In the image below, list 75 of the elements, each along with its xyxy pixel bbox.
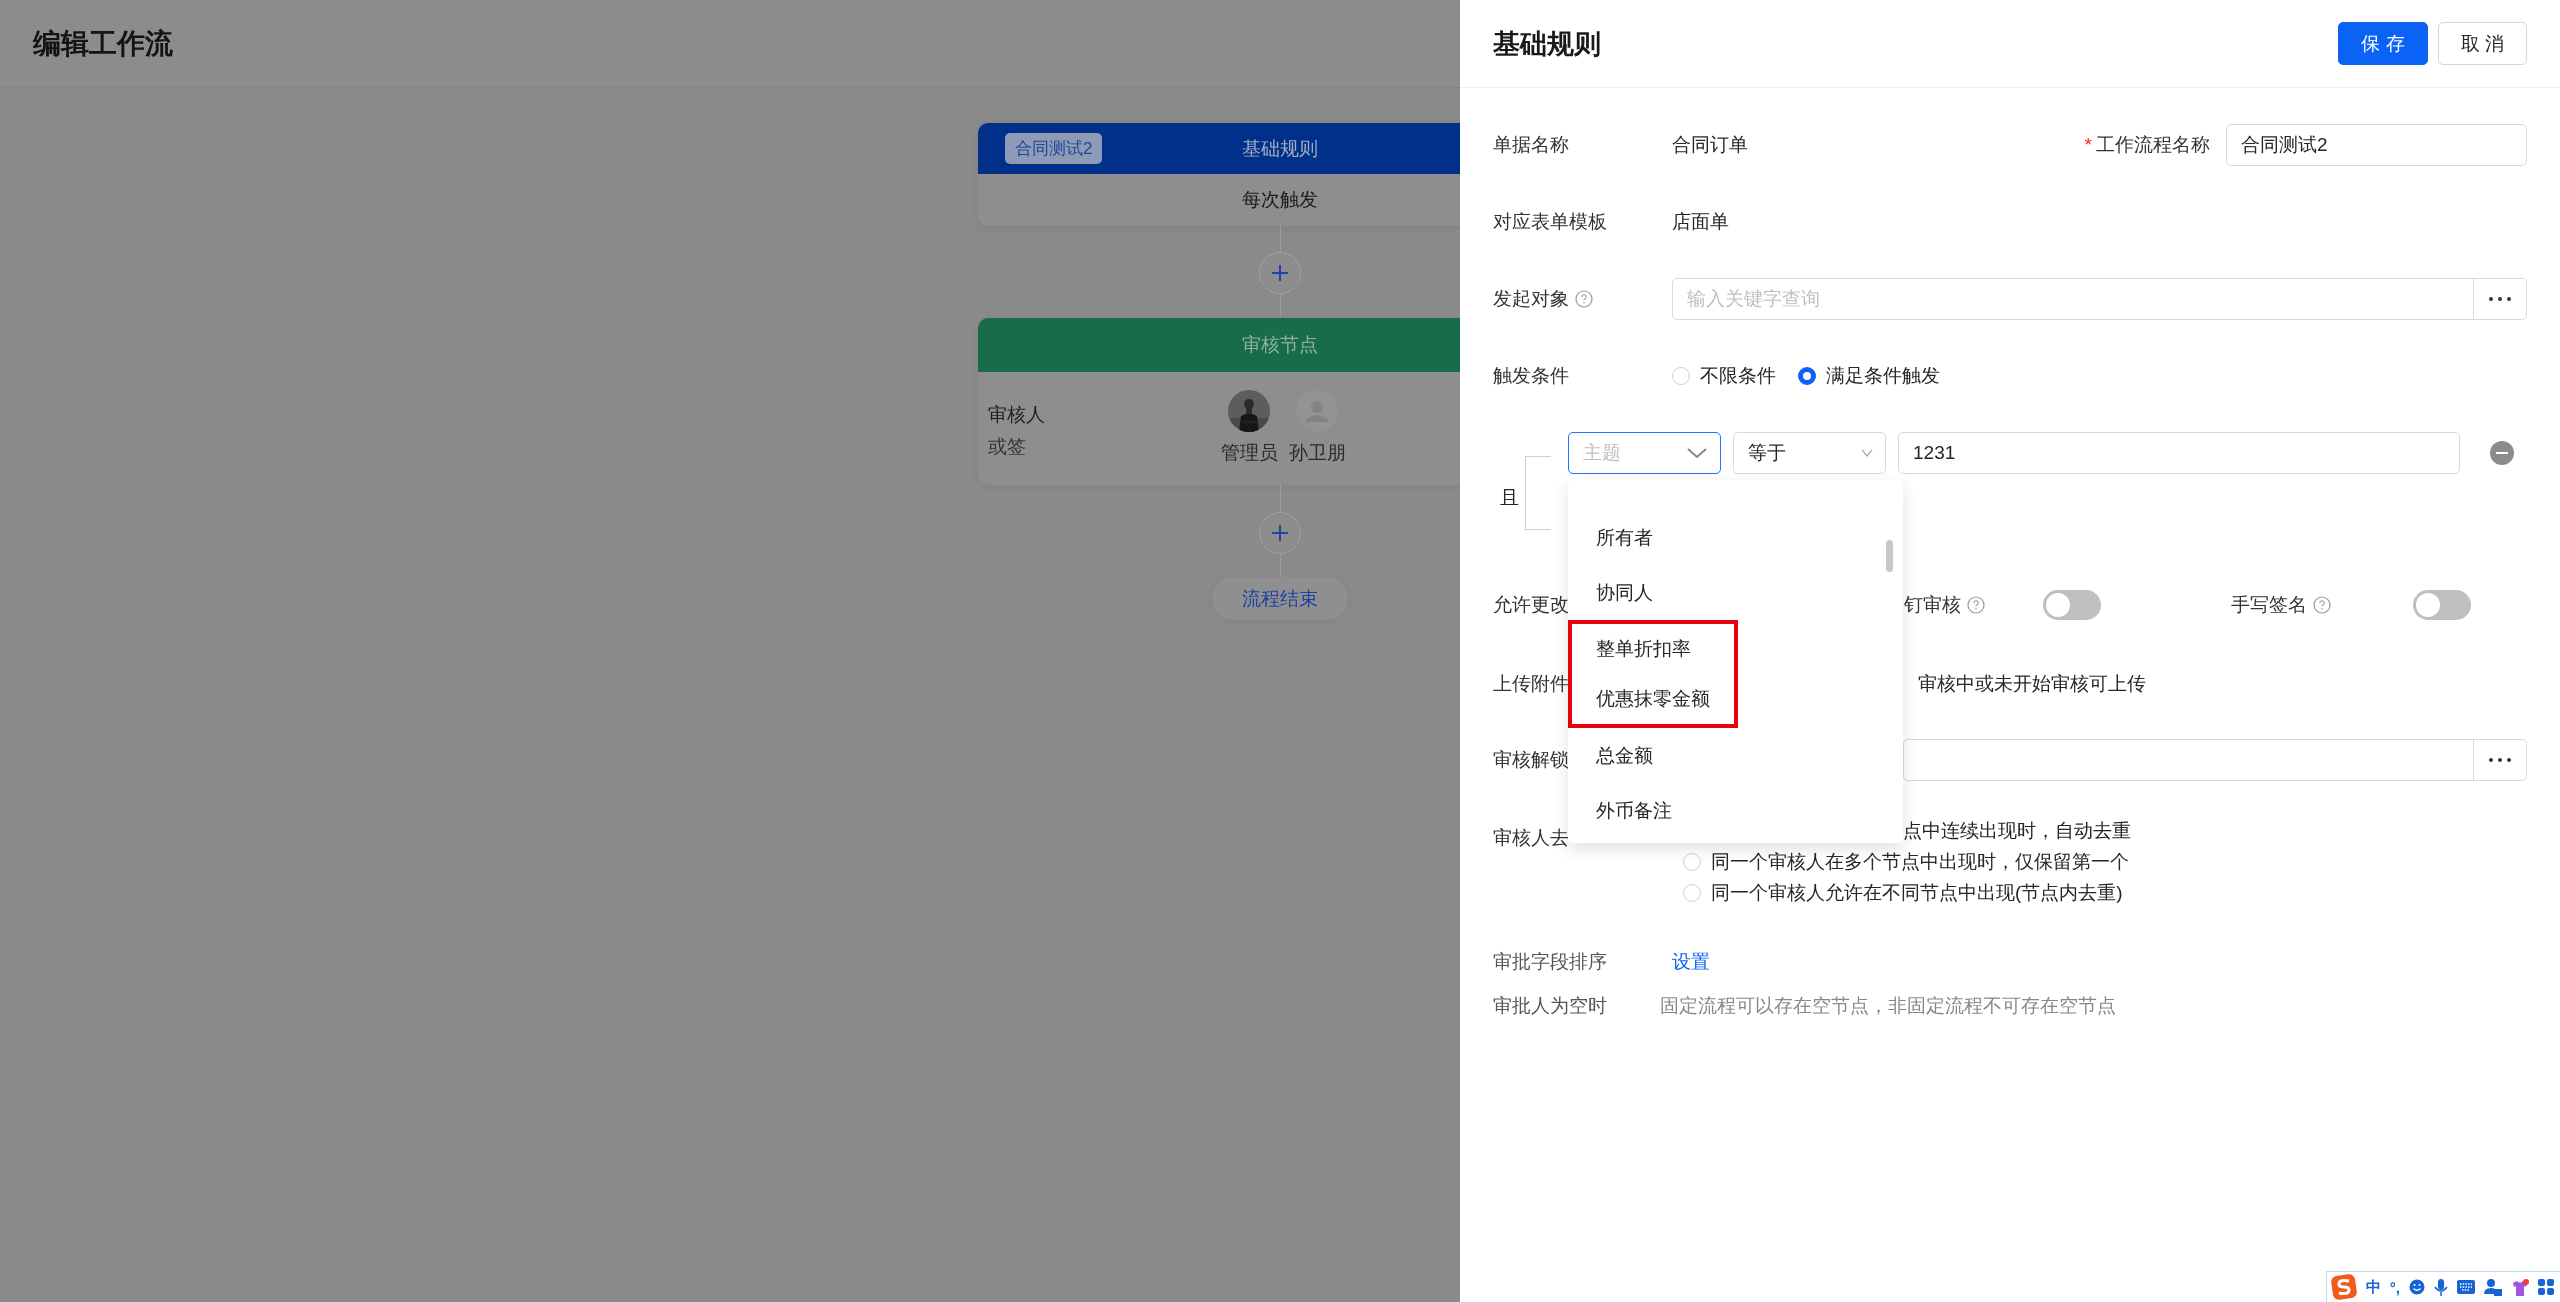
approver-name: 孙卫朋 [1288,441,1346,465]
more-button[interactable] [2473,279,2526,319]
dropdown-option[interactable]: 总金额 [1568,728,1903,783]
microphone-icon[interactable] [2434,1278,2448,1296]
shirt-icon[interactable] [2511,1278,2529,1296]
dropdown-option[interactable]: 外币备注 [1568,783,1903,838]
trigger-text: 每次触发 [1242,188,1318,212]
field-label: 审核人去 [1493,826,1569,850]
field-label: 发起对象 [1493,287,1569,311]
field-value: 店面单 [1672,210,1729,234]
help-icon[interactable] [1575,290,1593,308]
input-field[interactable]: 1231 [1898,432,2460,474]
field-label: 上传附件 [1493,672,1569,696]
user-icon[interactable] [2484,1278,2502,1296]
add-node-button[interactable] [1259,252,1301,294]
smile-icon[interactable] [2409,1279,2425,1295]
required-mark: * [2084,134,2092,156]
dropdown-option[interactable]: 协同人 [1568,565,1903,620]
dropdown-option[interactable]: 所有者 [1568,510,1903,565]
node-title: 基础规则 [1242,136,1318,161]
ime-text[interactable]: 中 [2365,1277,2381,1297]
dropdown-option[interactable]: 整单折扣率 [1572,624,1734,674]
more-icon [2488,757,2512,763]
remove-icon[interactable] [2490,441,2514,465]
more-icon [2488,296,2512,302]
scrollbar[interactable] [1886,540,1893,572]
drawer-title: 基础规则 [1493,27,1601,61]
approval-node-card[interactable]: 审核节点 审核人 或签 管理员 孙卫朋 [978,318,1460,485]
workflow-tag: 合同测试2 [1005,133,1103,164]
start-node-card[interactable]: 合同测试2 基础规则 每次触发 [978,123,1460,226]
cancel-button[interactable]: 取 消 [2437,22,2527,65]
chevron-icon [1861,449,1873,457]
dropdown-option[interactable]: 优惠抹零金额 [1572,674,1734,724]
sign-mode-text: 或签 [988,435,1027,459]
hint-text: 固定流程可以存在空节点，非固定流程不可存在空节点 [1660,994,2116,1018]
more-button[interactable] [2473,740,2526,780]
node-title: 审核节点 [1242,333,1318,357]
field-label: 审批人为空时 [1493,994,1608,1018]
plus-icon [1271,264,1289,282]
input-field[interactable] [1903,739,2527,781]
input-field[interactable]: 合同测试2 [2226,124,2527,166]
field-label: 审核解锁 [1493,748,1569,772]
field-value: 合同订单 [1672,133,1749,157]
plus-icon [1271,524,1289,542]
field-label-text: 工作流程名称 [2096,133,2210,157]
field-label: 单据名称 [1493,133,1570,157]
toggle-switch[interactable] [2043,590,2101,620]
keyboard-icon[interactable] [2457,1280,2475,1294]
option-text[interactable]: 点中连续出现时，自动去重 [1903,817,2131,844]
operator-select[interactable]: 等于 [1733,432,1886,474]
field-label: 对应表单模板 [1493,210,1608,234]
ime-text[interactable]: °, [2389,1278,2400,1296]
field-label: 触发条件 [1493,364,1570,388]
save-button[interactable]: 保 存 [2338,22,2428,65]
field-label: 允许更改 [1493,593,1569,617]
toggle-switch[interactable] [2413,590,2471,620]
field-label: 手写签名 [2231,593,2307,617]
approver-name: 管理员 [1220,441,1278,465]
field-label: 审批字段排序 [1493,950,1608,974]
chevron-icon [1686,447,1708,459]
grid-icon[interactable] [2538,1279,2554,1295]
approver-label: 审核人 [988,403,1045,427]
ime-logo-icon[interactable] [2330,1274,2357,1300]
help-icon[interactable] [1967,596,1985,614]
radio-option[interactable]: 不限条件 [1672,363,1776,389]
radio-option[interactable]: 满足条件触发 [1798,363,1940,389]
field-label: 钉审核 [1904,593,1961,617]
add-node-button[interactable] [1259,512,1301,554]
help-icon[interactable] [2313,596,2331,614]
settings-link[interactable]: 设置 [1672,949,1710,975]
page-title: 编辑工作流 [33,26,173,61]
radio-option[interactable]: 同一个审核人在多个节点中出现时，仅保留第一个 [1683,848,2129,875]
connector-text: 且 [1500,486,1519,510]
radio-option[interactable]: 同一个审核人允许在不同节点中出现(节点内去重) [1683,879,2123,906]
option-text[interactable]: 审核中或未开始审核可上传 [1918,671,2146,697]
